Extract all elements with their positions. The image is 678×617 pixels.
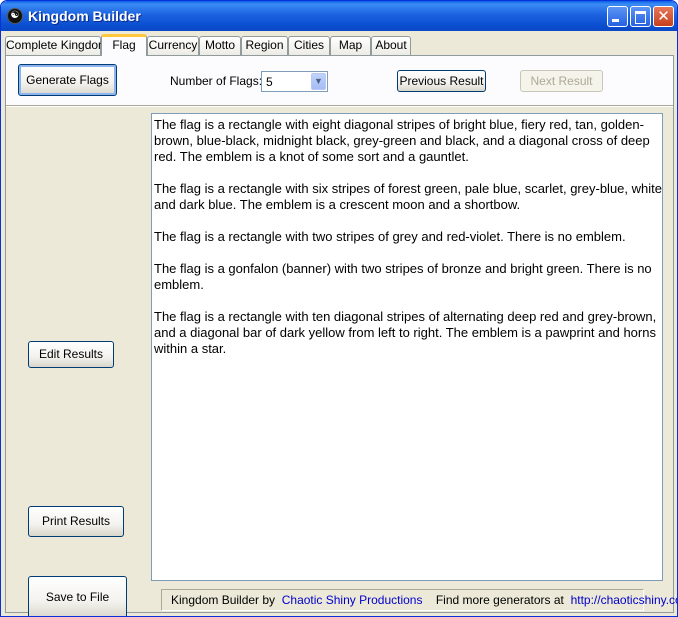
title-bar[interactable]: ☯ Kingdom Builder ✕ — [1, 1, 677, 31]
close-button[interactable]: ✕ — [653, 6, 674, 27]
flag-toolbar: Generate Flags Number of Flags: 5 ▼ Prev… — [6, 56, 673, 105]
result-paragraph: The flag is a rectangle with eight diago… — [154, 117, 650, 164]
credits-footer: Kingdom Builder by Chaotic Shiny Product… — [161, 589, 677, 611]
minimize-icon — [608, 7, 627, 26]
previous-result-button[interactable]: Previous Result — [397, 70, 486, 92]
chevron-down-icon[interactable]: ▼ — [311, 73, 326, 90]
footer-more-text: Find more generators at — [435, 593, 564, 607]
edit-results-button[interactable]: Edit Results — [28, 341, 114, 368]
result-paragraph: The flag is a rectangle with two stripes… — [154, 229, 626, 244]
generate-flags-button[interactable]: Generate Flags — [18, 64, 117, 96]
app-logo-icon[interactable]: ☯ — [7, 8, 23, 24]
author-link[interactable]: Chaotic Shiny Productions — [282, 593, 423, 607]
tab-currency[interactable]: Currency — [147, 36, 199, 55]
tab-motto[interactable]: Motto — [199, 36, 241, 55]
window-title: Kingdom Builder — [28, 8, 141, 24]
tab-region[interactable]: Region — [241, 36, 288, 55]
save-to-file-button[interactable]: Save to File — [28, 576, 127, 616]
maximize-button[interactable] — [630, 6, 651, 27]
app-window: ☯ Kingdom Builder ✕ Complete Kingdom Fla… — [0, 0, 678, 617]
maximize-icon — [631, 7, 650, 26]
result-paragraph: The flag is a rectangle with six stripes… — [154, 181, 662, 212]
tab-about[interactable]: About — [371, 36, 411, 55]
flag-count-label: Number of Flags: — [170, 74, 263, 88]
result-paragraph: The flag is a rectangle with ten diagona… — [154, 309, 657, 356]
results-textbox[interactable]: The flag is a rectangle with eight diago… — [151, 113, 663, 581]
flag-count-value: 5 — [266, 75, 273, 89]
tab-complete-kingdom[interactable]: Complete Kingdom — [5, 36, 108, 55]
print-results-button[interactable]: Print Results — [28, 506, 124, 537]
footer-prefix: Kingdom Builder by — [171, 593, 276, 607]
site-link[interactable]: http://chaoticshiny.com/ — [571, 593, 677, 607]
flag-count-select[interactable]: 5 ▼ — [261, 71, 328, 92]
next-result-button[interactable]: Next Result — [520, 70, 603, 92]
tab-map[interactable]: Map — [330, 36, 371, 55]
minimize-button[interactable] — [607, 6, 628, 27]
close-icon: ✕ — [657, 8, 670, 25]
result-paragraph: The flag is a gonfalon (banner) with two… — [154, 261, 652, 292]
tab-flag[interactable]: Flag — [101, 34, 147, 56]
tab-cities[interactable]: Cities — [288, 36, 330, 55]
